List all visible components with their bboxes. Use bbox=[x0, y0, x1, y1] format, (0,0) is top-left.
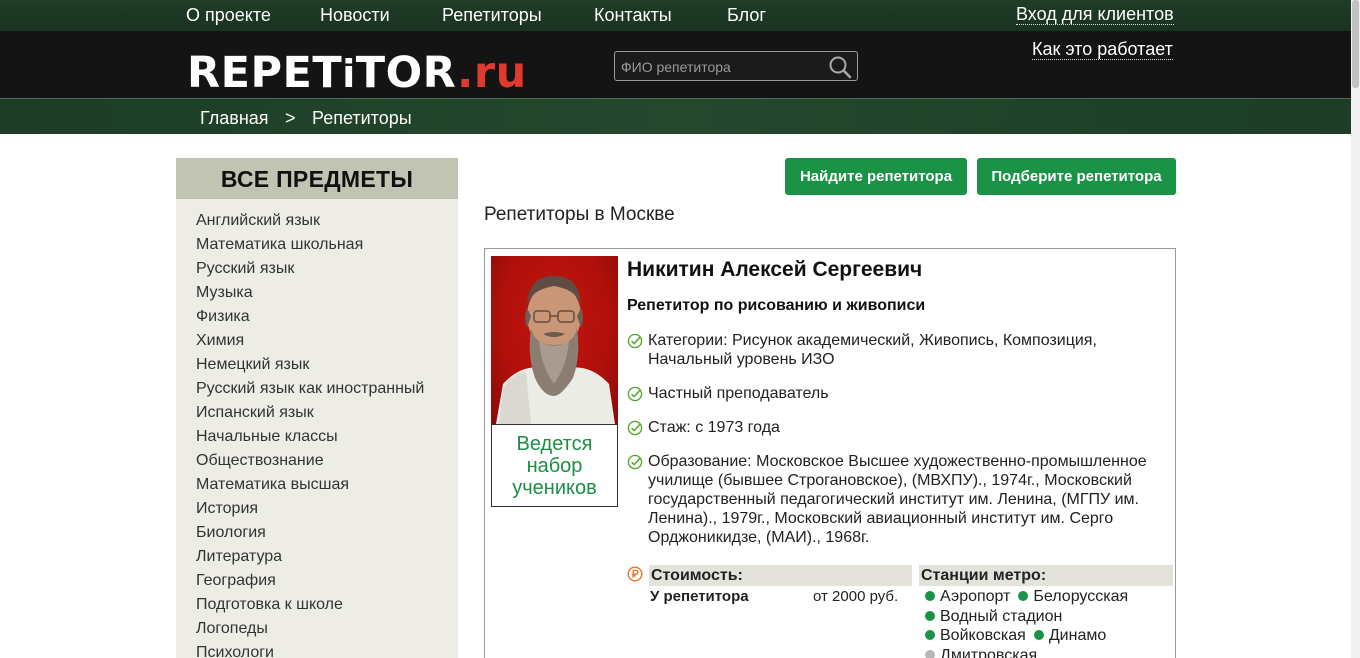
subjects-sidebar: ВСЕ ПРЕДМЕТЫ Английский язык Математика ш… bbox=[176, 158, 458, 658]
tutor-fact-text: Стаж: с 1973 года bbox=[648, 419, 780, 436]
page-scrollbar[interactable] bbox=[1351, 0, 1360, 658]
sidebar-subject-item[interactable]: Русский язык bbox=[176, 257, 458, 281]
sidebar-title: ВСЕ ПРЕДМЕТЫ bbox=[176, 158, 458, 199]
check-circle-icon bbox=[627, 454, 643, 470]
price-location-label: У репетитора bbox=[650, 588, 749, 605]
sidebar-subject-item[interactable]: Биология bbox=[176, 521, 458, 545]
sidebar-subject-item[interactable]: Физика bbox=[176, 305, 458, 329]
breadcrumb-home[interactable]: Главная bbox=[200, 108, 269, 129]
sidebar-subject-item[interactable]: История bbox=[176, 497, 458, 521]
subject-list: Английский язык Математика школьная Русски… bbox=[176, 199, 458, 658]
tutor-fact: Частный преподаватель bbox=[627, 384, 1167, 403]
sidebar-subject-item[interactable]: Русский язык как иностранный bbox=[176, 377, 458, 401]
metro-station: Дмитровская bbox=[925, 646, 1037, 658]
sidebar-subject-item[interactable]: Химия bbox=[176, 329, 458, 353]
check-circle-icon bbox=[627, 333, 643, 349]
price-heading: Стоимость: bbox=[649, 565, 912, 586]
tutor-fact: Категории: Рисунок академический, Живопи… bbox=[627, 331, 1167, 369]
metro-station: Войковская bbox=[925, 626, 1026, 646]
metro-station: Водный стадион bbox=[925, 607, 1062, 627]
sidebar-subject-item[interactable]: Начальные классы bbox=[176, 425, 458, 449]
tutor-fact: Образование: Московское Высшее художеств… bbox=[627, 452, 1167, 547]
sidebar-subject-item[interactable]: Английский язык bbox=[176, 209, 458, 233]
scrollbar-thumb[interactable] bbox=[1352, 0, 1359, 88]
metro-station: Аэропорт bbox=[925, 587, 1010, 607]
sidebar-subject-item[interactable]: География bbox=[176, 569, 458, 593]
tutor-name[interactable]: Никитин Алексей Сергеевич bbox=[627, 258, 922, 282]
pick-tutor-button[interactable]: Подберите репетитора bbox=[977, 158, 1176, 195]
tutor-facts: Категории: Рисунок академический, Живопи… bbox=[627, 331, 1167, 562]
tutor-portrait-icon bbox=[496, 276, 615, 424]
tutor-photo[interactable] bbox=[491, 256, 618, 424]
price-value: от 2000 руб. bbox=[813, 588, 899, 605]
metro-station-name: Динамо bbox=[1048, 627, 1107, 644]
metro-line-dot-icon bbox=[925, 610, 935, 621]
tutor-fact-text: Частный преподаватель bbox=[648, 385, 829, 402]
check-circle-icon bbox=[627, 420, 643, 436]
sidebar-subject-item[interactable]: Испанский язык bbox=[176, 401, 458, 425]
nav-tutors[interactable]: Репетиторы bbox=[442, 5, 542, 26]
find-tutor-button[interactable]: Найдите репетитора bbox=[785, 158, 967, 195]
tutor-fact-text: Образование: Московское Высшее художеств… bbox=[648, 453, 1147, 546]
enrollment-status-badge: Ведется набор учеников bbox=[491, 424, 618, 507]
metro-line-dot-icon bbox=[925, 649, 935, 658]
client-login-link[interactable]: Вход для клиентов bbox=[1016, 5, 1174, 25]
metro-station-name: Дмитровская bbox=[940, 646, 1038, 658]
check-circle-icon bbox=[627, 386, 643, 402]
metro-line-dot-icon bbox=[1018, 591, 1029, 601]
nav-about[interactable]: О проекте bbox=[186, 5, 271, 26]
how-it-works-link[interactable]: Как это работает bbox=[1032, 40, 1173, 60]
breadcrumb: Главная > Репетиторы bbox=[0, 98, 1360, 134]
metro-line-dot-icon bbox=[1033, 630, 1044, 640]
search-icon[interactable] bbox=[827, 54, 853, 80]
sidebar-subject-item[interactable]: Подготовка к школе bbox=[176, 593, 458, 617]
metro-station-name: Войковская bbox=[940, 627, 1026, 644]
metro-line-dot-icon bbox=[925, 630, 935, 640]
sidebar-subject-item[interactable]: Музыка bbox=[176, 281, 458, 305]
sidebar-subject-item[interactable]: Математика высшая bbox=[176, 473, 458, 497]
tutor-subject: Репетитор по рисованию и живописи bbox=[627, 297, 926, 314]
page-title: Репетиторы в Москве bbox=[484, 204, 675, 225]
sidebar-subject-item[interactable]: Обществознание bbox=[176, 449, 458, 473]
tutor-card: Ведется набор учеников Никитин Алексей С… bbox=[484, 248, 1176, 658]
site-logo[interactable]: REPETiTOR.ru bbox=[187, 50, 527, 97]
nav-news[interactable]: Новости bbox=[320, 5, 390, 26]
metro-station-list: Аэропорт Белорусская Водный стадион Войковс… bbox=[925, 587, 1175, 658]
sidebar-subject-item[interactable]: Немецкий язык bbox=[176, 353, 458, 377]
ruble-icon bbox=[627, 566, 643, 582]
breadcrumb-current: Репетиторы bbox=[312, 108, 412, 128]
top-navigation: О проекте Новости Репетиторы Контакты Бл… bbox=[0, 0, 1360, 31]
tutor-search-input[interactable] bbox=[621, 57, 821, 77]
nav-contacts[interactable]: Контакты bbox=[594, 5, 672, 26]
breadcrumb-separator: > bbox=[285, 108, 296, 128]
sidebar-subject-item[interactable]: Логопеды bbox=[176, 617, 458, 641]
tutor-search-box bbox=[614, 51, 858, 81]
sidebar-subject-item[interactable]: Литература bbox=[176, 545, 458, 569]
nav-blog[interactable]: Блог bbox=[727, 5, 766, 26]
metro-line-dot-icon bbox=[925, 591, 935, 601]
metro-heading: Станции метро: bbox=[919, 565, 1173, 586]
tutor-fact-text: Категории: Рисунок академический, Живопи… bbox=[648, 332, 1097, 368]
metro-station: Белорусская bbox=[1018, 587, 1128, 607]
metro-station-name: Белорусская bbox=[1033, 588, 1129, 605]
metro-station: Динамо bbox=[1033, 626, 1107, 646]
metro-station-name: Аэропорт bbox=[940, 588, 1011, 605]
metro-station-name: Водный стадион bbox=[940, 607, 1063, 625]
site-header: REPETiTOR.ru Как это работает bbox=[0, 31, 1360, 98]
tutor-fact: Стаж: с 1973 года bbox=[627, 418, 1167, 437]
sidebar-subject-item[interactable]: Математика школьная bbox=[176, 233, 458, 257]
sidebar-subject-item[interactable]: Психологи bbox=[176, 641, 458, 658]
